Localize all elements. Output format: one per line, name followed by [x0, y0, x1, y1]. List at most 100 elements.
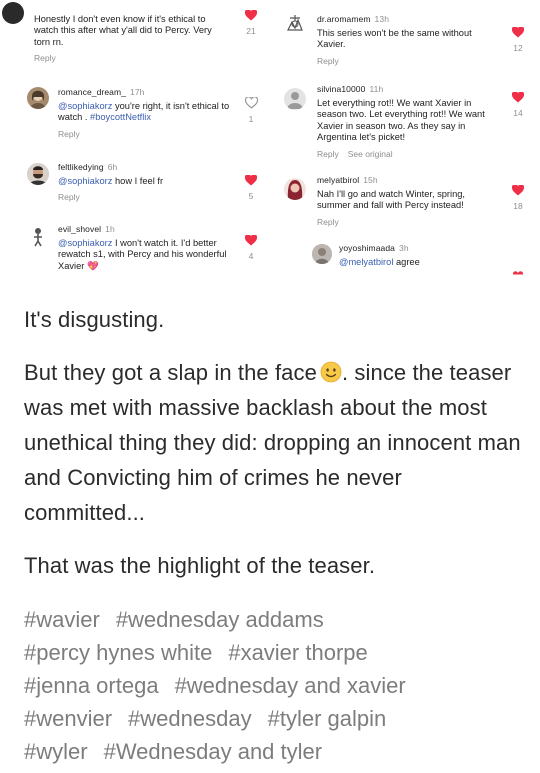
comment-username[interactable]: romance_dream_ 17h	[58, 87, 234, 97]
comment-age: 17h	[130, 87, 145, 97]
comment-username[interactable]: dr.aromamem 13h	[317, 14, 497, 24]
slightly-smiling-face-icon	[320, 361, 342, 383]
comment-text: Let everything rot!! We want Xavier in s…	[317, 98, 485, 143]
post-paragraph: It's disgusting.	[24, 307, 165, 332]
comment-text-content: agree	[393, 257, 420, 267]
hashtag-link[interactable]: #boycottNetflix	[90, 112, 151, 122]
reply-link[interactable]: Reply	[58, 192, 234, 202]
reply-link[interactable]: Reply	[317, 217, 497, 227]
like-button[interactable]: 18	[508, 185, 528, 211]
comment-item: yoyoshimaada 3h @melyatbirol agree	[272, 240, 540, 280]
like-button[interactable]: 14	[508, 92, 528, 118]
heart-filled-icon	[512, 185, 524, 196]
red-hair-avatar-icon	[284, 178, 306, 200]
comment-age: 3h	[399, 243, 409, 253]
see-original-link[interactable]: See original	[348, 149, 393, 159]
username[interactable]: romance_dream_	[58, 87, 126, 97]
comment-item: romance_dream_ 17h @sophiakorz you're rig…	[0, 83, 272, 153]
comment-body: evil_shovel 1h @sophiakorz I won't watch …	[58, 224, 234, 272]
comment-age: 13h	[374, 14, 390, 24]
like-button[interactable]: 1	[241, 97, 261, 124]
woman-avatar-icon	[27, 87, 49, 109]
like-count: 1	[248, 114, 254, 124]
left-comments-column: Honestly I don't even know if it's ethic…	[0, 0, 272, 290]
heart-filled-icon	[512, 92, 524, 103]
comment-text: Nah I'll go and watch Winter, spring, su…	[317, 189, 466, 211]
comment-text: This series won't be the same without Xa…	[317, 28, 472, 50]
reply-row: Reply See original	[317, 149, 497, 159]
comment-text: @melyatbirol agree	[339, 257, 499, 268]
comment-body: Honestly I don't even know if it's ethic…	[34, 14, 230, 63]
mention-link[interactable]: @sophiakorz	[58, 176, 112, 186]
post-text: But they got a slap in the face	[24, 360, 317, 385]
reply-link[interactable]: Reply	[317, 149, 339, 159]
mention-link[interactable]: @melyatbirol	[339, 257, 393, 267]
bearded-man-avatar-icon	[27, 163, 49, 185]
comment-username[interactable]: melyatbirol 15h	[317, 175, 497, 185]
tag-link[interactable]: #jenna ortega	[24, 673, 159, 698]
comment-username[interactable]: silvina10000 11h	[317, 84, 497, 94]
comment-body: dr.aromamem 13h This series won't be the …	[317, 14, 497, 66]
comment-age: 6h	[107, 162, 118, 172]
tag-link[interactable]: #wednesday addams	[116, 607, 324, 632]
like-count: 18	[513, 201, 523, 211]
username[interactable]: feltlikedying	[58, 162, 104, 172]
tag-link[interactable]: #wavier	[24, 607, 100, 632]
comment-body: romance_dream_ 17h @sophiakorz you're rig…	[58, 87, 234, 139]
tag-link[interactable]: #wyler	[24, 739, 88, 764]
gray-avatar-icon	[312, 244, 332, 264]
post-paragraph: That was the highlight of the teaser.	[24, 553, 376, 578]
figure-avatar-icon	[27, 225, 49, 247]
comment-body: feltlikedying 6h @sophiakorz how I feel f…	[58, 162, 234, 202]
right-comments-column: dr.aromamem 13h This series won't be the …	[272, 0, 540, 290]
reply-link[interactable]: Reply	[317, 56, 497, 66]
comment-body: yoyoshimaada 3h @melyatbirol agree	[339, 243, 499, 268]
comment-item: melyatbirol 15h Nah I'll go and watch Win…	[272, 172, 540, 232]
like-button[interactable]: 5	[241, 175, 261, 201]
tag-link[interactable]: #wednesday	[128, 706, 252, 731]
username[interactable]: melyatbirol	[317, 175, 359, 185]
like-button[interactable]	[508, 269, 528, 275]
heart-filled-icon	[512, 27, 524, 38]
reply-link[interactable]: Reply	[34, 53, 230, 63]
comment-body: melyatbirol 15h Nah I'll go and watch Win…	[317, 175, 497, 227]
comment-age: 15h	[363, 175, 378, 185]
comment-body: silvina10000 11h Let everything rot!! We …	[317, 84, 497, 159]
like-count: 5	[248, 191, 254, 201]
comment-text: @sophiakorz how I feel fr	[58, 176, 234, 187]
comment-username[interactable]: yoyoshimaada 3h	[339, 243, 499, 253]
username[interactable]: dr.aromamem	[317, 14, 371, 24]
heart-filled-icon	[245, 175, 257, 186]
username[interactable]: yoyoshimaada	[339, 243, 395, 253]
tag-link[interactable]: #tyler galpin	[268, 706, 387, 731]
comment-text: @sophiakorz I won't watch it. I'd better…	[58, 238, 234, 272]
comment-username[interactable]: feltlikedying 6h	[58, 162, 234, 172]
comment-username[interactable]: evil_shovel 1h	[58, 224, 234, 234]
like-button[interactable]: 21	[241, 10, 261, 36]
comment-text: Honestly I don't even know if it's ethic…	[34, 14, 212, 47]
reply-link[interactable]: Reply	[58, 129, 234, 139]
post-tags: #wavier #wednesday addams #percy hynes wh…	[24, 603, 524, 768]
dark-avatar-icon	[2, 2, 24, 24]
heart-filled-icon	[245, 235, 257, 246]
tag-link[interactable]: #wenvier	[24, 706, 112, 731]
comment-age: 11h	[369, 84, 384, 94]
username[interactable]: silvina10000	[317, 84, 365, 94]
mention-link[interactable]: @sophiakorz	[58, 238, 112, 248]
username[interactable]: evil_shovel	[58, 224, 101, 234]
mention-link[interactable]: @sophiakorz	[58, 101, 112, 111]
tag-link[interactable]: #xavier thorpe	[228, 640, 367, 665]
like-button[interactable]: 4	[241, 235, 261, 261]
default-user-icon	[284, 88, 306, 110]
tag-link[interactable]: #percy hynes white	[24, 640, 212, 665]
comment-item: feltlikedying 6h @sophiakorz how I feel f…	[0, 161, 272, 211]
like-count: 21	[246, 26, 256, 36]
sparkling-heart-emoji: 💖	[86, 260, 99, 271]
heart-filled-icon	[513, 271, 523, 275]
like-button[interactable]: 12	[508, 27, 528, 53]
like-count: 14	[513, 108, 523, 118]
tag-link[interactable]: #wednesday and xavier	[175, 673, 406, 698]
tag-link[interactable]: #Wednesday and tyler	[104, 739, 323, 764]
comment-item: Honestly I don't even know if it's ethic…	[0, 0, 272, 70]
comments-screenshot: Honestly I don't even know if it's ethic…	[0, 0, 540, 290]
